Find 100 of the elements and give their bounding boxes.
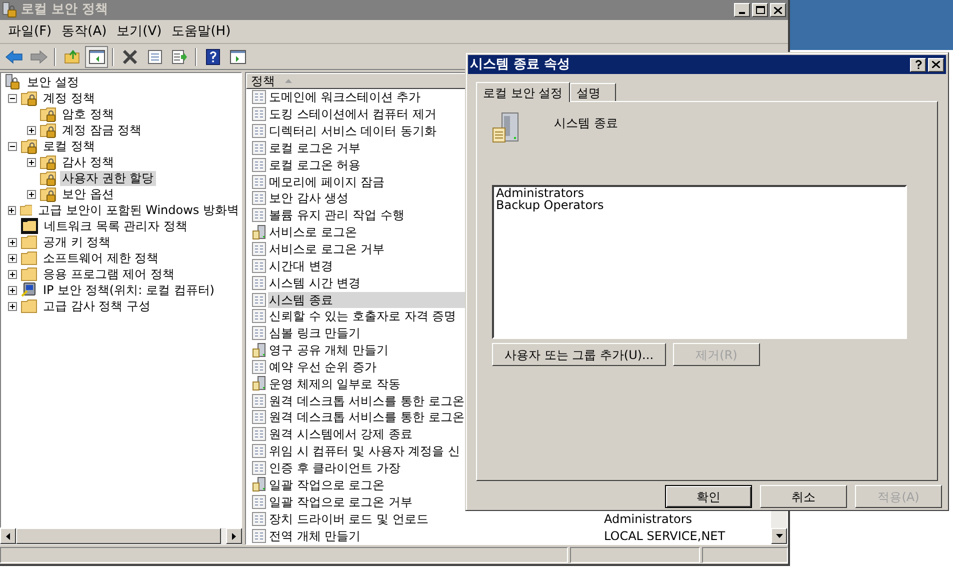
policy-row[interactable]: 인증 후 클라이언트 가장 [268, 460, 402, 476]
policy-doc-icon [252, 512, 266, 526]
policy-row[interactable]: 운영 체제의 일부로 작동 [268, 376, 402, 392]
dialog-button[interactable]: 확인 [665, 485, 752, 508]
policy-row[interactable]: 심볼 링크 만들기 [268, 325, 362, 342]
policy-row[interactable]: 원격 데스크톱 서비스를 통한 로그온 [268, 392, 466, 409]
policy-row[interactable]: 장치 드라이버 로드 및 언로드 [268, 510, 430, 527]
policy-row[interactable]: 메모리에 페이지 잠금 [268, 174, 386, 190]
policy-row[interactable]: 영구 공유 개체 만들기 [268, 342, 390, 358]
tab[interactable]: 로컬 보안 설정 [476, 82, 570, 102]
tree-item[interactable]: 암호 정책 [60, 106, 116, 122]
policy-row[interactable]: 전역 개체 만들기 [268, 528, 362, 544]
collapse-toggle[interactable] [8, 142, 17, 150]
policy-row[interactable]: 볼륨 유지 관리 작업 수행 [268, 207, 406, 224]
policy-row[interactable]: 일괄 작업으로 로그온 [268, 476, 386, 493]
menu-item[interactable]: 도움말(H) [166, 22, 236, 42]
expand-toggle[interactable] [8, 206, 16, 214]
collapse-toggle[interactable] [8, 94, 17, 102]
minimize-button[interactable] [734, 3, 750, 17]
policy-row[interactable]: 원격 데스크톱 서비스를 통한 로그온 [268, 409, 466, 426]
folder-icon [21, 234, 37, 250]
scroll-down-button[interactable] [771, 528, 787, 544]
tree-item[interactable]: 감사 정책 [60, 154, 116, 170]
locked-folder-icon [21, 90, 37, 106]
tree-item[interactable]: 응용 프로그램 제어 정책 [41, 266, 176, 282]
folder-icon [21, 218, 38, 234]
policy-row[interactable]: 디렉터리 서비스 데이터 동기화 [268, 123, 438, 140]
policy-doc-icon [252, 394, 266, 408]
folder-icon [20, 202, 32, 218]
member-item[interactable]: Administrators [496, 187, 905, 199]
expand-toggle[interactable] [8, 270, 17, 278]
policy-row[interactable]: 위임 시 컴퓨터 및 사용자 계정을 신 [268, 443, 461, 460]
close-button[interactable] [928, 58, 944, 72]
setting-cell-text: LOCAL SERVICE,NET [603, 528, 726, 545]
server-lock-icon [5, 74, 21, 90]
policy-doc-icon [252, 258, 266, 273]
scroll-right-button[interactable] [226, 528, 242, 544]
tab[interactable]: 설명 [570, 83, 616, 101]
policy-doc-icon [252, 107, 266, 122]
menu-item[interactable]: 보기(V) [112, 22, 167, 42]
dialog-button[interactable]: 취소 [760, 485, 847, 508]
tree-item[interactable]: 계정 잠금 정책 [60, 122, 144, 138]
policy-doc-icon [252, 460, 266, 475]
tree-item[interactable]: 고급 감사 정책 구성 [41, 298, 152, 314]
expand-toggle[interactable] [8, 254, 17, 262]
policy-doc-icon [252, 360, 266, 374]
expand-toggle[interactable] [27, 126, 36, 134]
policy-row[interactable]: 일괄 작업으로 로그온 거부 [268, 494, 414, 510]
policy-row[interactable]: 시간대 변경 [268, 258, 334, 274]
close-button[interactable] [770, 3, 786, 17]
expand-toggle[interactable] [8, 286, 17, 294]
toolbar-button[interactable] [85, 46, 108, 68]
tree-item[interactable]: 로컬 정책 [41, 138, 97, 154]
policy-row[interactable]: 보안 감사 생성 [268, 190, 350, 206]
menu-item[interactable]: 파일(F) [3, 22, 57, 42]
tree-item[interactable]: 계정 정책 [41, 90, 97, 106]
tree-item[interactable]: 소프트웨어 제한 정책 [41, 250, 161, 266]
tree-item[interactable]: 보안 옵션 [60, 186, 116, 202]
tree-item[interactable]: 고급 보안이 포함된 Windows 방화벽 [36, 202, 241, 218]
help-icon [914, 60, 922, 69]
view-pane-icon [230, 50, 246, 64]
folder-icon [21, 250, 37, 266]
policy-row[interactable]: 도킹 스테이션에서 컴퓨터 제거 [268, 106, 438, 122]
expand-toggle[interactable] [8, 302, 17, 310]
policy-doc-icon [252, 90, 266, 104]
dialog-title: 시스템 종료 속성 [470, 56, 570, 74]
tree-item[interactable]: IP 보안 정책(위치: 로컬 컴퓨터) [41, 282, 216, 298]
locked-folder-icon [40, 106, 56, 122]
policy-doc-icon [252, 124, 266, 138]
tree-item[interactable]: 네트워크 목록 관리자 정책 [42, 218, 190, 234]
tree-item[interactable]: 보안 설정 [25, 74, 81, 90]
expand-toggle[interactable] [27, 190, 36, 198]
policy-row[interactable]: 원격 시스템에서 강제 종료 [268, 426, 414, 442]
policy-doc-icon [252, 494, 266, 509]
server-icon [252, 477, 266, 492]
setting-cell-text: Administrators [603, 510, 692, 528]
policy-row[interactable]: 서비스로 로그온 거부 [268, 241, 386, 258]
policy-row[interactable]: 로컬 로그온 허용 [268, 156, 362, 173]
policy-row[interactable]: 예약 우선 순위 증가 [268, 358, 378, 375]
folder-icon [21, 298, 37, 314]
policy-row[interactable]: 신뢰할 수 있는 호출자로 자격 증명 [268, 308, 458, 324]
member-item[interactable]: Backup Operators [496, 199, 905, 211]
menu-item[interactable]: 동작(A) [56, 22, 112, 42]
expand-toggle[interactable] [8, 238, 17, 246]
policy-doc-icon [252, 242, 266, 256]
policy-row[interactable]: 도메인에 워크스테이션 추가 [268, 89, 422, 106]
scroll-thumb[interactable] [16, 528, 221, 544]
scroll-left-button[interactable] [0, 528, 16, 544]
policy-doc-icon [252, 140, 266, 155]
policy-row[interactable]: 서비스로 로그온 [268, 224, 358, 240]
help-icon [206, 48, 220, 64]
maximize-button[interactable] [752, 3, 768, 17]
locked-folder-icon [40, 154, 56, 170]
help-button[interactable] [910, 58, 926, 72]
tree-item[interactable]: 사용자 권한 할당 [60, 170, 156, 186]
tree-item[interactable]: 공개 키 정책 [41, 234, 113, 250]
expand-toggle[interactable] [27, 158, 36, 166]
add-user-button[interactable]: 사용자 또는 그룹 추가(U)... [492, 343, 666, 366]
policy-row[interactable]: 시스템 시간 변경 [268, 274, 362, 291]
policy-row[interactable]: 로컬 로그온 거부 [268, 140, 362, 156]
